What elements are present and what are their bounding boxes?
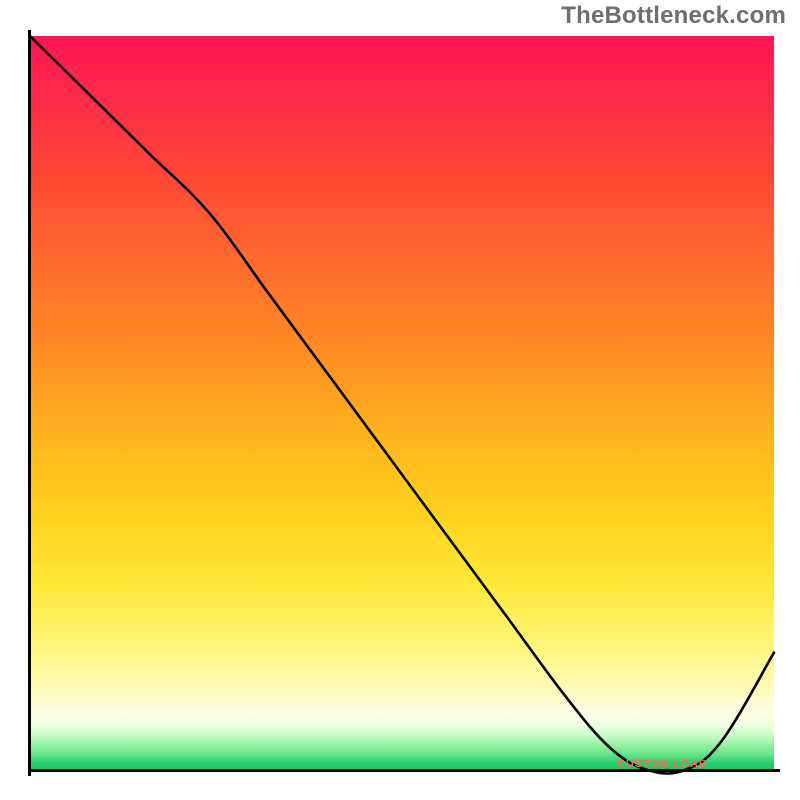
floor-annotation-label: CUSTOM LOAD [617, 758, 707, 770]
watermark-text: TheBottleneck.com [561, 2, 786, 30]
curve-layer [30, 36, 774, 770]
plot-area: CUSTOM LOAD [24, 30, 780, 776]
bottleneck-curve [30, 36, 774, 774]
chart-stage: TheBottleneck.com CUSTOM LOAD [0, 0, 800, 800]
